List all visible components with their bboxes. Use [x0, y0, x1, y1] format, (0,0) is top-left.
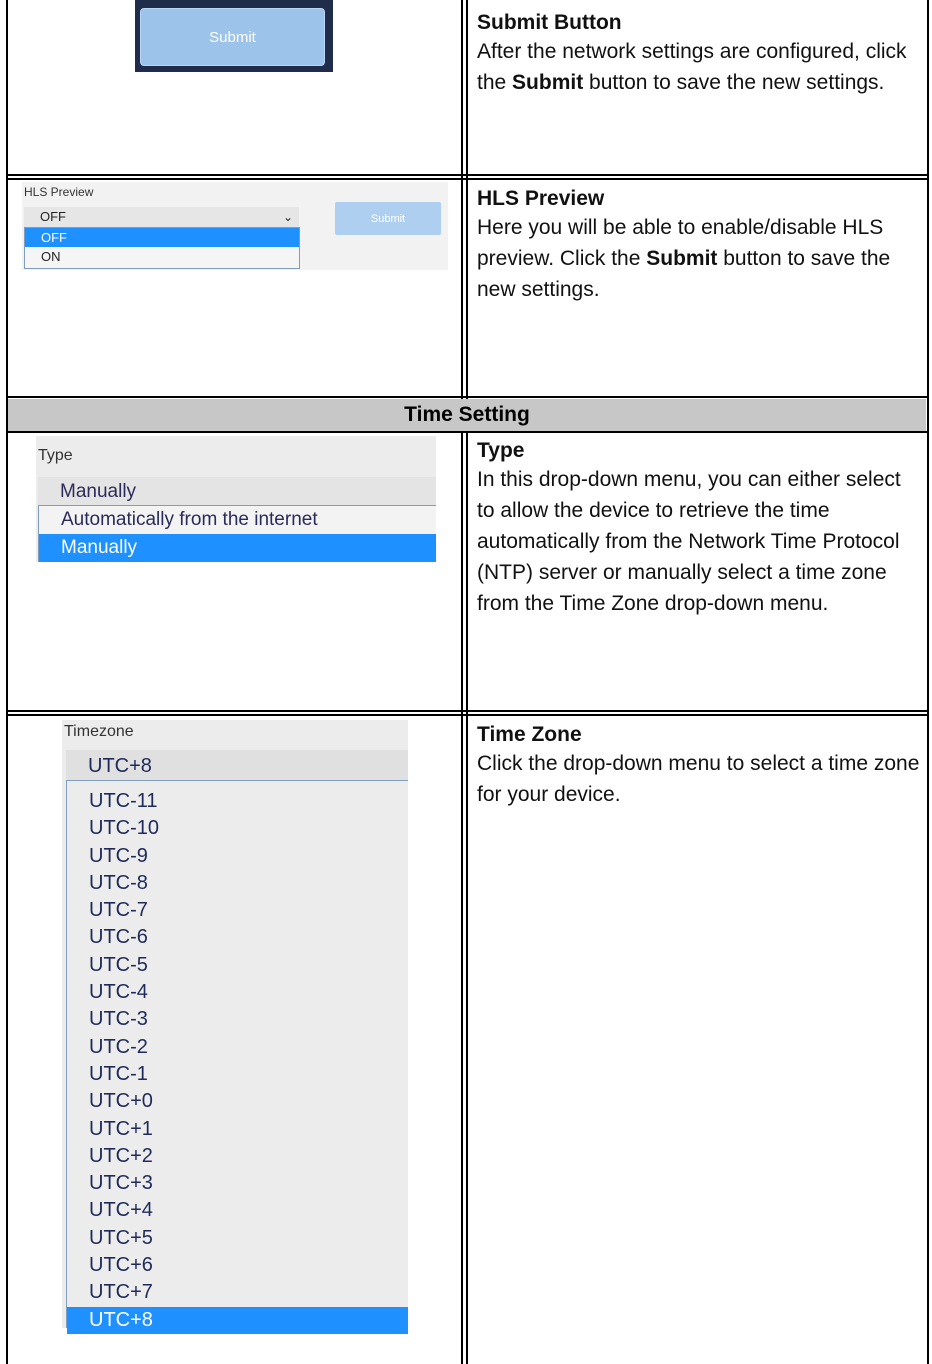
hls-description: HLS Preview Here you will be able to ena… — [477, 185, 922, 305]
row-sep-1a — [6, 174, 929, 176]
timezone-option[interactable]: UTC+0 — [67, 1088, 408, 1115]
timezone-option[interactable]: UTC+1 — [67, 1116, 408, 1143]
hls-screenshot: HLS Preview OFF ⌄ OFF ON Submit — [22, 182, 448, 270]
timezone-option[interactable]: UTC-8 — [67, 870, 408, 897]
hls-option-on[interactable]: ON — [25, 247, 299, 266]
submit-description: Submit Button After the network settings… — [477, 9, 922, 98]
timezone-option[interactable]: UTC+5 — [67, 1225, 408, 1252]
row-sep-2 — [6, 396, 929, 398]
section-header-time-setting: Time Setting — [8, 399, 926, 431]
submit-desc-bold: Submit — [512, 71, 584, 94]
timezone-option[interactable]: UTC-9 — [67, 843, 408, 870]
timezone-option[interactable]: UTC-10 — [67, 815, 408, 842]
table-divider-d — [466, 432, 468, 1364]
submit-desc-part2: button to save the new settings. — [583, 71, 885, 94]
timezone-field-label: Timezone — [64, 723, 134, 740]
table-divider-b — [466, 0, 468, 399]
row-sep-3 — [6, 431, 929, 433]
type-option-manual[interactable]: Manually — [39, 534, 436, 562]
timezone-option[interactable]: UTC+4 — [67, 1197, 408, 1224]
submit-title: Submit Button — [477, 11, 622, 34]
timezone-option[interactable]: UTC-6 — [67, 924, 408, 951]
row-sep-4b — [6, 714, 929, 716]
timezone-option[interactable]: UTC+7 — [67, 1279, 408, 1306]
timezone-description: Time Zone Click the drop-down menu to se… — [477, 721, 922, 810]
hls-select[interactable]: OFF ⌄ — [24, 207, 299, 227]
chevron-down-icon: ⌄ — [282, 210, 293, 224]
type-screenshot: Type Manually Automatically from the int… — [36, 436, 436, 562]
hls-options-list: OFF ON — [24, 227, 300, 269]
type-description: Type In this drop-down menu, you can eit… — [477, 437, 922, 619]
table-divider-a — [461, 0, 463, 399]
row-sep-1b — [6, 178, 929, 180]
hls-select-value: OFF — [40, 209, 66, 224]
table-border-right — [927, 0, 929, 1364]
timezone-option[interactable]: UTC-1 — [67, 1061, 408, 1088]
submit-button[interactable]: Submit — [140, 8, 325, 66]
type-options-list: Automatically from the internet Manually — [38, 505, 436, 562]
submit-screenshot: Submit — [135, 0, 333, 72]
timezone-option[interactable]: UTC+3 — [67, 1170, 408, 1197]
timezone-screenshot: Timezone UTC+8 UTC-11 UTC-10 UTC-9 UTC-8 UTC… — [62, 720, 408, 1334]
table-border-left — [6, 0, 8, 1364]
type-select[interactable]: Manually — [38, 477, 436, 505]
timezone-select[interactable]: UTC+8 — [66, 750, 408, 780]
timezone-title: Time Zone — [477, 723, 582, 746]
timezone-option[interactable]: UTC+2 — [67, 1143, 408, 1170]
timezone-option[interactable]: UTC-11 — [67, 788, 408, 815]
timezone-option[interactable]: UTC-3 — [67, 1006, 408, 1033]
timezone-option[interactable]: UTC+6 — [67, 1252, 408, 1279]
hls-title: HLS Preview — [477, 187, 605, 210]
type-option-auto[interactable]: Automatically from the internet — [39, 506, 436, 534]
timezone-option[interactable]: UTC-4 — [67, 979, 408, 1006]
hls-option-off[interactable]: OFF — [25, 228, 299, 247]
type-desc-text: In this drop-down menu, you can either s… — [477, 468, 901, 615]
hls-submit-button[interactable]: Submit — [335, 202, 441, 235]
timezone-option[interactable]: UTC-7 — [67, 897, 408, 924]
timezone-option[interactable]: UTC+8 — [67, 1306, 408, 1334]
timezone-options-list: UTC-11 UTC-10 UTC-9 UTC-8 UTC-7 UTC-6 UTC-5 UTC… — [66, 780, 408, 1334]
type-title: Type — [477, 439, 525, 462]
type-field-label: Type — [38, 447, 73, 464]
table-divider-c — [461, 432, 463, 1364]
timezone-desc-text: Click the drop-down menu to select a tim… — [477, 752, 920, 806]
row-sep-4a — [6, 710, 929, 712]
timezone-option[interactable]: UTC-2 — [67, 1034, 408, 1061]
hls-field-label: HLS Preview — [24, 185, 94, 199]
timezone-option[interactable]: UTC-5 — [67, 952, 408, 979]
hls-desc-bold: Submit — [646, 247, 718, 270]
